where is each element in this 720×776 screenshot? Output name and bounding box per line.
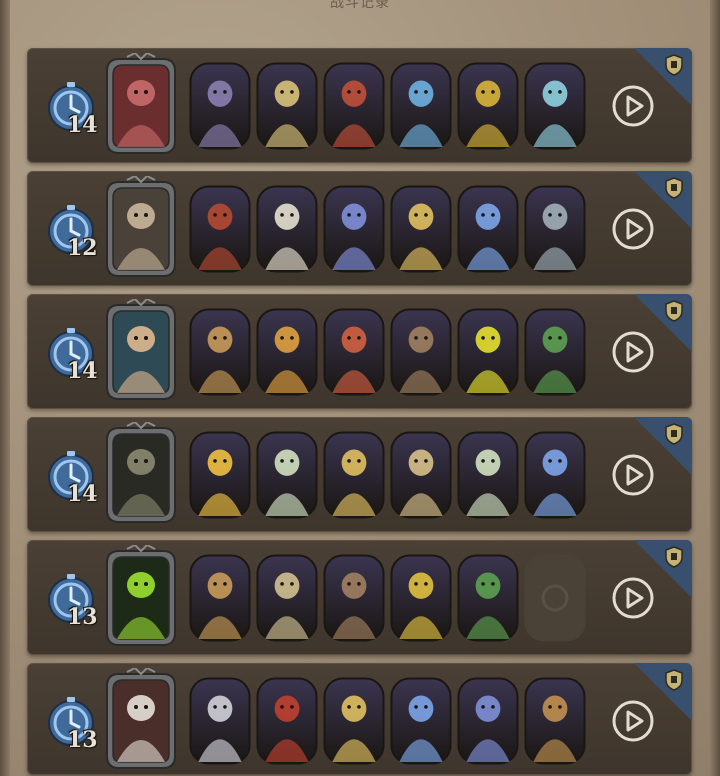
hero-portrait-forest-girl[interactable] [390,308,452,396]
hero-portrait-blue-wizard[interactable] [323,185,385,273]
hero-portrait-black-dragon[interactable] [457,62,519,150]
boss-portrait-pirate-pig[interactable] [105,51,177,155]
turn-count: 14 [67,358,98,384]
hero-portrait-castle-walker[interactable] [524,308,586,396]
hero-portrait-star-witch-2[interactable] [524,431,586,519]
play-replay-button[interactable] [611,576,655,620]
hero-portrait-fire-dragon[interactable] [323,308,385,396]
hero-portrait-castle-walker-2[interactable] [457,554,519,642]
hero-team [189,185,586,275]
hero-portrait-lantern-golem[interactable] [524,185,586,273]
hero-portrait-bone-dragon[interactable] [189,677,251,765]
turn-count: 14 [67,481,98,507]
hero-portrait-chest-crab[interactable] [524,677,586,765]
play-replay-button[interactable] [611,207,655,251]
record-row: 14 [27,48,692,163]
shield-icon [664,423,684,445]
empty-hero-slot [524,554,586,642]
hero-team [189,308,586,398]
turn-count: 12 [67,235,98,261]
hero-portrait-star-witch[interactable] [457,185,519,273]
record-row: 14 [27,417,692,532]
play-replay-button[interactable] [611,84,655,128]
hero-portrait-red-drake[interactable] [256,677,318,765]
boss-portrait-shadow-beast[interactable] [105,543,177,647]
hero-portrait-blue-wizard-2[interactable] [457,677,519,765]
hero-portrait-brass-mech-2[interactable] [189,554,251,642]
hero-portrait-shadow-bot[interactable] [457,308,519,396]
page-title: 战斗记录 [330,0,390,11]
hero-portrait-star-witch-3[interactable] [390,677,452,765]
hero-team [189,431,586,521]
hero-portrait-box-robot[interactable] [256,308,318,396]
shield-icon [664,669,684,691]
hero-portrait-blue-mage[interactable] [390,62,452,150]
hero-portrait-white-stag[interactable] [256,431,318,519]
boss-portrait-sea-captain[interactable] [105,297,177,401]
hero-portrait-sun-priestess[interactable] [189,431,251,519]
hero-team [189,677,586,767]
record-row: 14 [27,294,692,409]
play-replay-button[interactable] [611,453,655,497]
hero-portrait-golden-knight-2[interactable] [323,677,385,765]
hero-portrait-red-dragon[interactable] [323,62,385,150]
record-row: 13 [27,663,692,775]
hero-portrait-red-hood[interactable] [189,185,251,273]
record-row: 12 [27,171,692,286]
shield-icon [664,546,684,568]
hero-team [189,62,586,152]
boss-portrait-cowboy-hat[interactable] [105,666,177,770]
shield-icon [664,54,684,76]
turn-count: 14 [67,112,98,138]
hero-portrait-chef[interactable] [256,62,318,150]
hero-portrait-brass-mech[interactable] [189,308,251,396]
shield-icon [664,177,684,199]
hero-portrait-tesla-tower[interactable] [256,554,318,642]
hero-portrait-ice-dragon[interactable] [524,62,586,150]
hero-portrait-white-stag-2[interactable] [457,431,519,519]
battle-record-list: 14 12 14 14 13 13 [27,48,692,775]
hero-portrait-forest-girl-2[interactable] [323,554,385,642]
frame-right [710,0,720,776]
hero-portrait-goat-sage[interactable] [256,185,318,273]
turn-count: 13 [67,604,98,630]
boss-portrait-hooded-rogue[interactable] [105,420,177,524]
hero-portrait-dragon-grey[interactable] [189,62,251,150]
shield-icon [664,300,684,322]
boss-portrait-deer-elder[interactable] [105,174,177,278]
hero-portrait-golden-knight[interactable] [390,185,452,273]
record-row: 13 [27,540,692,655]
turn-count: 13 [67,727,98,753]
hero-team [189,554,586,644]
hero-portrait-dwarf-king[interactable] [390,431,452,519]
play-replay-button[interactable] [611,330,655,374]
frame-left [0,0,10,776]
play-replay-button[interactable] [611,699,655,743]
hero-portrait-gold-golem[interactable] [390,554,452,642]
hero-portrait-gold-pharaoh[interactable] [323,431,385,519]
